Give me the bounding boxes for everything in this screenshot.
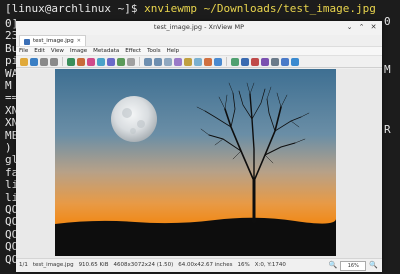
brush-icon[interactable]	[251, 57, 259, 66]
xnview-window: test_image.jpg - XnView MP ⌄ ⌃ ✕ test_im…	[16, 21, 382, 272]
status-print-size: 64.00x42.67 inches	[178, 262, 233, 268]
status-zoom-controls: 🔍 16% 🔍	[329, 259, 378, 272]
toolbar-separator	[139, 57, 140, 66]
filter-icon[interactable]	[261, 57, 269, 66]
maximize-icon[interactable]: ⌃	[357, 23, 366, 32]
sharpen-icon[interactable]	[194, 57, 202, 66]
flip-icon[interactable]	[174, 57, 182, 66]
title-bar: test_image.jpg - XnView MP ⌄ ⌃ ✕	[16, 21, 382, 35]
adjust-icon[interactable]	[184, 57, 192, 66]
terminal-right-fragment: R	[384, 123, 391, 136]
status-coords: X:0, Y:1740	[254, 262, 286, 268]
settings-icon[interactable]	[30, 57, 38, 66]
image-icon[interactable]	[97, 57, 105, 66]
help-icon[interactable]	[291, 57, 299, 66]
terminal-line: )	[5, 141, 12, 154]
back-icon[interactable]	[40, 57, 48, 66]
terminal-right-fragment: M	[384, 63, 391, 76]
resize-icon[interactable]	[117, 57, 125, 66]
toolbar-separator	[62, 57, 63, 66]
terminal-prompt: [linux@archlinux ~]$	[5, 2, 138, 15]
info-icon[interactable]	[281, 57, 289, 66]
close-icon[interactable]: ✕	[369, 23, 378, 32]
folder-icon[interactable]	[20, 57, 28, 66]
color-icon[interactable]	[87, 57, 95, 66]
image-tab-icon	[24, 38, 30, 45]
compare-icon[interactable]	[231, 57, 239, 66]
window-title: test_image.jpg - XnView MP	[153, 23, 245, 31]
window-controls: ⌄ ⌃ ✕	[345, 23, 378, 32]
print-icon[interactable]	[271, 57, 279, 66]
zoom-in-icon[interactable]	[144, 57, 152, 66]
status-bar: 1/1 test_image.jpg 910.65 KiB 4608x3072x…	[16, 258, 382, 272]
save-icon[interactable]	[67, 57, 75, 66]
status-filename: test_image.jpg	[32, 262, 74, 268]
terminal-line: M	[5, 79, 12, 92]
slideshow-icon[interactable]	[214, 57, 222, 66]
image-viewport[interactable]	[16, 69, 382, 259]
zoom-out-icon[interactable]: 🔍	[329, 259, 338, 272]
toolbar-separator	[226, 57, 227, 66]
photo-moon-tree	[55, 69, 336, 256]
crop-icon[interactable]	[77, 57, 85, 66]
toolbar	[16, 55, 382, 68]
terminal-prompt-line: [linux@archlinux ~]$ xnviewmp ~/Download…	[5, 3, 376, 15]
terminal-command: xnviewmp ~/Downloads/test_image.jpg	[144, 2, 376, 15]
terminal-right-fragment: 0	[384, 15, 391, 28]
zoom-combo[interactable]: 16%	[340, 260, 367, 271]
levels-icon[interactable]	[204, 57, 212, 66]
fullscreen-icon[interactable]	[241, 57, 249, 66]
palette-icon[interactable]	[107, 57, 115, 66]
minimize-icon[interactable]: ⌄	[345, 23, 354, 32]
zoom-out-icon[interactable]	[154, 57, 162, 66]
status-dimensions: 4608x3072x24 (1.50)	[113, 262, 174, 268]
status-zoom-percent: 16%	[237, 262, 250, 268]
status-filesize: 910.65 KiB	[78, 262, 109, 268]
zoom-in-icon[interactable]: 🔍	[369, 259, 378, 272]
rotate-icon[interactable]	[127, 57, 135, 66]
fit-icon[interactable]	[164, 57, 172, 66]
status-items: 1/1 test_image.jpg 910.65 KiB 4608x3072x…	[19, 259, 286, 272]
forward-icon[interactable]	[50, 57, 58, 66]
status-index: 1/1	[19, 262, 28, 268]
